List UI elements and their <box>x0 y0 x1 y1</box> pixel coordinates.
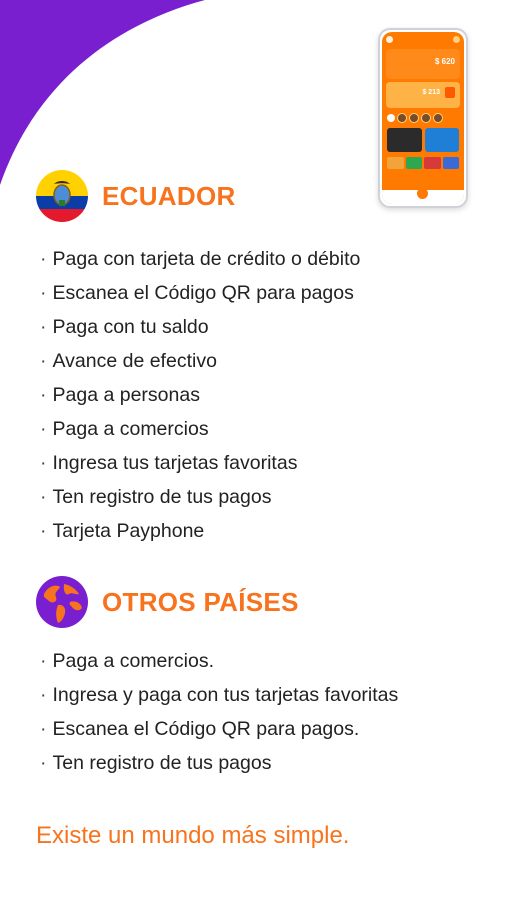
wallet-amount: $ 213 <box>422 89 440 96</box>
list-item: · Paga con tarjeta de crédito o débito <box>40 248 361 270</box>
balance-card: $ 620 <box>386 49 460 79</box>
purple-corner-swoosh <box>0 0 205 185</box>
list-item: · Paga con tu saldo <box>40 316 209 338</box>
contact-avatar <box>421 113 431 123</box>
phone-navbar <box>382 187 464 204</box>
payphone-home-icon <box>417 187 429 199</box>
ecuador-flag-icon <box>36 170 88 222</box>
list-item: · Avance de efectivo <box>40 350 217 372</box>
list-item: · Escanea el Código QR para pagos. <box>40 718 360 740</box>
ecuador-feature-list: · Paga con tarjeta de crédito o débito · E… <box>40 242 360 548</box>
list-item: · Ingresa y paga con tus tarjetas favorit… <box>40 684 399 706</box>
contact-avatar <box>397 113 407 123</box>
add-contact-icon <box>387 114 395 122</box>
otros-paises-header: OTROS PAÍSES <box>36 576 299 628</box>
coin-icon <box>453 35 460 43</box>
section-title-ecuador: ECUADOR <box>102 180 236 211</box>
list-item: · Ingresa tus tarjetas favoritas <box>40 452 298 474</box>
list-item: · Tarjeta Payphone <box>40 520 205 542</box>
phone-mockup: $ 620 $ 213 <box>378 28 468 208</box>
section-title-otros-paises: OTROS PAÍSES <box>102 586 299 617</box>
list-item: · Ten registro de tus pagos <box>40 486 272 508</box>
ecuador-header: ECUADOR <box>36 170 236 222</box>
wallet-card: $ 213 <box>386 82 460 108</box>
globe-icon <box>36 576 88 628</box>
list-item: · Ten registro de tus pagos <box>40 752 272 774</box>
saved-cards-row <box>382 125 464 155</box>
list-item: · Paga a comercios <box>40 418 209 440</box>
avatar <box>386 35 393 43</box>
list-item: · Escanea el Código QR para pagos <box>40 282 354 304</box>
otros-paises-feature-list: · Paga a comercios. · Ingresa y paga con t… <box>40 644 398 780</box>
list-item: · Paga a comercios. <box>40 650 214 672</box>
balance-amount: $ 620 <box>434 57 455 66</box>
contact-avatar <box>433 113 443 123</box>
contact-avatar <box>409 113 419 123</box>
list-item: · Paga a personas <box>40 384 200 406</box>
card-tray <box>382 155 464 171</box>
tagline: Existe un mundo más simple. <box>36 822 350 849</box>
contacts-row <box>382 111 464 125</box>
